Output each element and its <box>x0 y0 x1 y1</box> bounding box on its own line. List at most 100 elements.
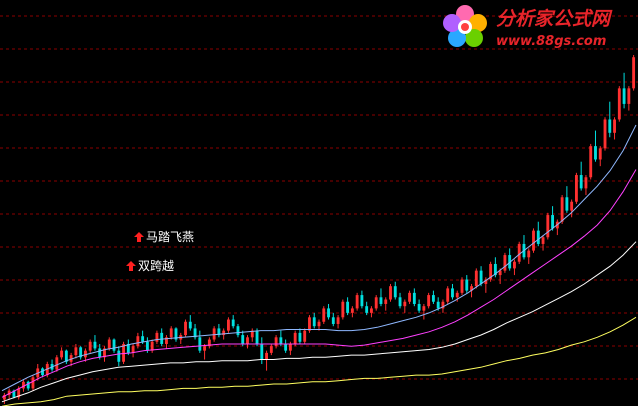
candle-body <box>279 337 283 344</box>
candle-body <box>598 148 602 160</box>
candle-body <box>403 301 407 307</box>
candle-body <box>298 332 302 342</box>
candle-body <box>284 343 288 351</box>
candle <box>322 306 326 324</box>
candlestick-chart: 马踏飞燕 双跨越 分析家公式网 www.88gs.com <box>0 0 638 406</box>
candle-body <box>551 215 555 229</box>
candle-body <box>226 319 230 331</box>
candle-body <box>198 337 202 351</box>
candle <box>184 319 187 338</box>
candle-body <box>74 347 78 356</box>
candle-body <box>465 279 469 291</box>
candle-body <box>241 335 245 344</box>
candle-body <box>579 175 583 189</box>
candle <box>389 283 392 302</box>
watermark-logo: 分析家公式网 www.88gs.com <box>443 5 613 49</box>
candle-body <box>532 230 535 251</box>
candle <box>603 117 607 151</box>
candle <box>122 341 125 364</box>
candle-body <box>374 297 378 309</box>
candle-body <box>336 317 340 324</box>
candle-body <box>594 146 597 160</box>
candle-body <box>331 317 335 324</box>
candle-body <box>112 339 116 351</box>
candle-body <box>155 332 159 342</box>
candle <box>489 261 493 282</box>
candle-body <box>570 201 574 211</box>
candle <box>617 86 621 122</box>
candle-body <box>479 270 483 284</box>
candle-body <box>355 295 359 309</box>
candle-body <box>150 341 154 351</box>
candle <box>589 143 593 180</box>
candle-body <box>451 288 454 298</box>
candle-body <box>55 357 59 370</box>
candle-body <box>160 332 164 344</box>
candle-body <box>560 197 564 222</box>
candle-body <box>603 119 607 149</box>
candle-body <box>365 306 369 313</box>
candle-body <box>231 319 235 327</box>
candle-body <box>184 321 187 336</box>
candle-body <box>236 326 240 336</box>
candle-body <box>117 350 121 362</box>
candle-body <box>98 348 102 358</box>
candle-body <box>88 341 92 351</box>
candle <box>474 268 478 289</box>
candle <box>532 228 535 253</box>
candle-body <box>384 299 388 304</box>
candle-body <box>131 346 135 353</box>
candle-body <box>93 341 97 349</box>
candle <box>355 292 359 311</box>
candle-body <box>169 328 173 338</box>
candle <box>503 252 507 273</box>
candle-body <box>31 377 35 389</box>
candle-body <box>327 308 330 318</box>
candle <box>517 241 521 264</box>
candle-body <box>393 286 397 298</box>
candle-body <box>145 341 149 351</box>
candle <box>55 355 59 372</box>
candle-body <box>546 215 550 238</box>
watermark-title: 分析家公式网 <box>496 8 613 30</box>
candle-body <box>141 336 145 342</box>
candle-body <box>527 250 531 258</box>
candle-body <box>617 88 621 120</box>
candle <box>212 326 216 342</box>
candle-body <box>408 292 412 302</box>
candle-body <box>346 301 350 313</box>
candle-body <box>308 317 311 331</box>
candle-body <box>60 350 64 358</box>
candle-body <box>370 308 373 313</box>
candle-body <box>107 339 111 349</box>
candle-body <box>417 303 421 311</box>
candle-body <box>513 261 516 269</box>
candle <box>446 286 450 304</box>
candle <box>31 375 35 391</box>
candle-body <box>274 337 278 347</box>
candle-body <box>517 243 521 262</box>
candle-body <box>350 308 354 313</box>
candle-body <box>455 292 459 298</box>
candle-body <box>203 346 207 351</box>
candle-body <box>269 346 273 353</box>
candle-body <box>422 306 426 311</box>
signal-label: 马踏飞燕 <box>146 230 194 244</box>
candle-body <box>608 119 612 133</box>
candle-body <box>613 119 616 133</box>
candle-body <box>536 230 540 244</box>
candle <box>460 277 464 296</box>
candle-body <box>255 330 259 344</box>
candle-body <box>136 336 140 347</box>
candle-body <box>379 297 383 304</box>
candle-body <box>322 308 326 322</box>
candle <box>308 315 311 333</box>
candle-body <box>260 343 264 360</box>
candle <box>341 299 345 320</box>
candle <box>574 172 578 204</box>
candle <box>226 317 230 333</box>
candle-body <box>627 88 631 104</box>
candle-body <box>398 297 402 307</box>
candle-body <box>389 286 392 300</box>
candle-body <box>212 328 216 340</box>
